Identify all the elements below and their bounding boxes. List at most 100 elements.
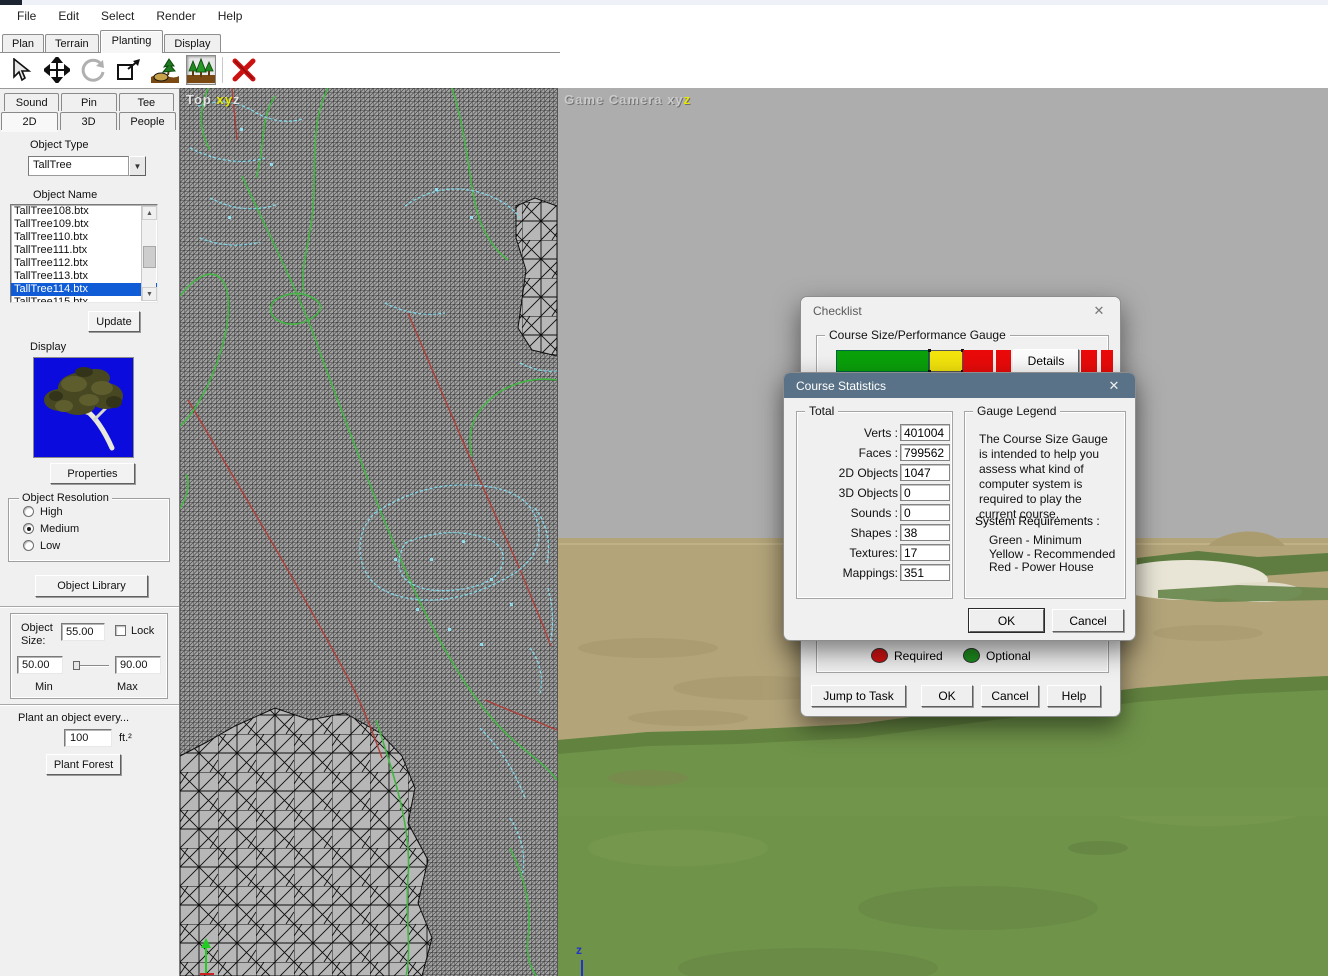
stat-label: Mappings: [843, 566, 898, 580]
menu-item-file[interactable]: File [8, 7, 45, 25]
object-name-item[interactable]: TallTree110.btx [11, 231, 157, 244]
plant-forest-tool-button[interactable] [186, 55, 216, 85]
tab-planting[interactable]: Planting [100, 30, 164, 53]
stat-row: Mappings:351 [797, 564, 954, 584]
delete-x-icon [231, 58, 257, 82]
close-icon[interactable]: ✕ [1105, 378, 1123, 394]
viewport-3d-label: Game Camera xyz [564, 92, 691, 107]
checklist-help-button[interactable]: Help [1047, 685, 1101, 707]
cancel-button[interactable]: Cancel [1052, 609, 1124, 632]
resolution-option-low[interactable]: Low [23, 540, 79, 552]
details-button[interactable]: Details [1013, 349, 1079, 373]
object-type-label: Object Type [30, 139, 89, 151]
object-name-item[interactable]: TallTree115.btx [11, 296, 157, 303]
lock-label: Lock [131, 625, 154, 637]
viewport-2d-label: Top xyz [186, 92, 240, 107]
stat-value[interactable]: 0 [900, 484, 950, 501]
object-name-listbox[interactable]: TallTree108.btxTallTree109.btxTallTree11… [10, 204, 158, 303]
required-label: Required [894, 649, 943, 663]
lock-checkbox[interactable]: Lock [115, 625, 154, 637]
menu-item-select[interactable]: Select [92, 7, 143, 25]
object-size-group: Object Size: 55.00 Lock 50.00 90.00 Min … [10, 613, 168, 699]
close-icon[interactable]: ✕ [1090, 303, 1108, 319]
combobox-dropdown-button[interactable]: ▼ [129, 156, 146, 176]
update-button[interactable]: Update [88, 311, 140, 332]
panel-tab-people[interactable]: People [119, 112, 176, 130]
object-name-item[interactable]: TallTree108.btx [11, 205, 157, 218]
stat-value[interactable]: 0 [900, 504, 950, 521]
course-statistics-dialog: Course Statistics ✕ Total Verts :401004F… [783, 372, 1136, 641]
view-name-top: Top [186, 92, 212, 107]
menu-item-edit[interactable]: Edit [49, 7, 88, 25]
object-preview-image [33, 357, 134, 458]
scroll-up-icon[interactable]: ▲ [142, 206, 157, 220]
delete-tool-button[interactable] [229, 55, 259, 85]
checklist-titlebar[interactable]: Checklist ✕ [801, 297, 1120, 325]
stats-titlebar[interactable]: Course Statistics ✕ [784, 373, 1135, 398]
object-name-item[interactable]: TallTree114.btx [11, 283, 157, 296]
gauge-legend-label: Gauge Legend [973, 404, 1060, 418]
plant-forest-button[interactable]: Plant Forest [46, 754, 121, 775]
checklist-title: Checklist [813, 304, 862, 318]
object-library-button[interactable]: Object Library [35, 575, 148, 597]
stat-row: Shapes :38 [797, 524, 954, 544]
resolution-label: High [40, 506, 63, 518]
stat-value[interactable]: 38 [900, 524, 950, 541]
scrollbar-thumb[interactable] [143, 246, 156, 268]
gauge-yellow-thumb[interactable] [929, 350, 963, 372]
object-size-label: Object Size: [21, 622, 61, 648]
stat-value[interactable]: 1047 [900, 464, 950, 481]
axes-xy-label: xy [667, 92, 683, 107]
resolution-option-high[interactable]: High [23, 506, 79, 518]
object-name-item[interactable]: TallTree113.btx [11, 270, 157, 283]
object-name-item[interactable]: TallTree112.btx [11, 257, 157, 270]
object-resolution-label: Object Resolution [19, 492, 112, 504]
plant-forest-icon [187, 57, 215, 83]
menu-item-help[interactable]: Help [209, 7, 252, 25]
stat-value[interactable]: 799562 [900, 444, 950, 461]
min-size-input[interactable]: 50.00 [17, 656, 63, 674]
stat-value[interactable]: 401004 [900, 424, 950, 441]
select-tool-button[interactable] [6, 55, 36, 85]
panel-tab-sound[interactable]: Sound [4, 93, 59, 111]
tab-plan[interactable]: Plan [2, 34, 44, 54]
display-label: Display [30, 341, 66, 353]
object-name-item[interactable]: TallTree111.btx [11, 244, 157, 257]
object-type-combobox[interactable]: TallTree ▼ [28, 156, 146, 176]
tab-display[interactable]: Display [164, 34, 220, 54]
panel-tab-2d[interactable]: 2D [1, 112, 58, 130]
gauge-red-block [996, 350, 1011, 372]
stat-value[interactable]: 351 [900, 564, 950, 581]
panel-tab-3d[interactable]: 3D [60, 112, 117, 130]
tab-terrain[interactable]: Terrain [45, 34, 99, 54]
menu-item-render[interactable]: Render [147, 7, 204, 25]
object-name-label: Object Name [33, 189, 97, 201]
max-size-input[interactable]: 90.00 [115, 656, 161, 674]
scale-tool-button[interactable] [114, 55, 144, 85]
properties-button[interactable]: Properties [50, 463, 135, 484]
menu-bar: FileEditSelectRender Help [0, 5, 1328, 26]
panel-tab-pin[interactable]: Pin [61, 93, 116, 111]
object-size-input[interactable]: 55.00 [61, 623, 105, 641]
plant-every-input[interactable]: 100 [64, 729, 112, 747]
ok-button[interactable]: OK [969, 609, 1044, 632]
scroll-down-icon[interactable]: ▼ [142, 287, 157, 301]
viewport-2d-top[interactable]: Top xyz [180, 88, 557, 976]
checklist-cancel-button[interactable]: Cancel [981, 685, 1039, 707]
listbox-scrollbar[interactable]: ▲ ▼ [141, 206, 156, 301]
rotate-tool-button[interactable] [78, 55, 108, 85]
size-slider-thumb[interactable] [73, 661, 80, 670]
resolution-option-medium[interactable]: Medium [23, 523, 79, 535]
object-name-item[interactable]: TallTree109.btx [11, 218, 157, 231]
main-tab-strip: PlanTerrainPlantingDisplay [0, 28, 1328, 53]
object-resolution-group: Object Resolution HighMediumLow [8, 498, 170, 562]
checklist-ok-button[interactable]: OK [921, 685, 973, 707]
plant-tree-tool-button[interactable] [150, 55, 180, 85]
panel-tab-row-back: SoundPinTee [4, 93, 176, 111]
max-label: Max [117, 681, 138, 693]
move-tool-button[interactable] [42, 55, 72, 85]
panel-tab-tee[interactable]: Tee [119, 93, 174, 111]
checklist-jump-to-task-button[interactable]: Jump to Task [811, 685, 906, 707]
stat-value[interactable]: 17 [900, 544, 950, 561]
stat-row: 3D Objects0 [797, 484, 954, 504]
